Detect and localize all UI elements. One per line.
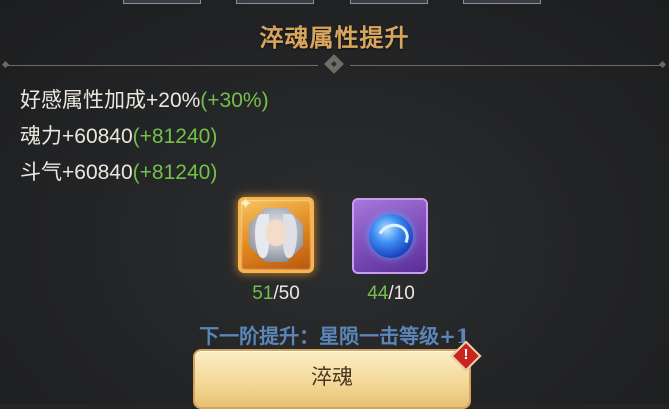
top-slot-4[interactable]: [463, 0, 541, 4]
hero-material-count: 51/50: [231, 283, 321, 305]
attribute-value: +60840: [62, 161, 133, 184]
count-need: /50: [273, 283, 300, 304]
attribute-value: +60840: [62, 125, 133, 148]
panel-title: 淬魂属性提升: [259, 23, 410, 52]
attribute-dou-qi: 斗气+60840(+81240): [20, 156, 217, 186]
top-slot-2[interactable]: [236, 0, 314, 4]
attribute-label: 好感属性加成: [20, 89, 146, 112]
material-orb-card[interactable]: [352, 198, 428, 274]
top-slot-1[interactable]: [123, 0, 201, 4]
attribute-affection: 好感属性加成+20%(+30%): [20, 84, 269, 114]
top-slot-3[interactable]: [350, 0, 428, 4]
attribute-label: 魂力: [20, 125, 62, 148]
sparkle-icon: ✦: [239, 196, 253, 213]
count-have: 44: [367, 283, 389, 304]
attribute-value: +20%: [146, 89, 201, 112]
attribute-soul-power: 魂力+60840(+81240): [20, 120, 217, 150]
count-need: /10: [388, 283, 415, 304]
attribute-bonus: (+81240): [132, 125, 218, 148]
attribute-label: 斗气: [20, 161, 62, 184]
attribute-bonus: (+30%): [200, 89, 269, 112]
temper-soul-button[interactable]: 淬魂: [193, 349, 471, 409]
material-hero-card[interactable]: ✦: [238, 196, 314, 273]
alert-badge-mark: !: [463, 346, 469, 363]
next-tier-text: 下一阶提升：星陨一击等级+1: [199, 324, 470, 348]
count-have: 51: [252, 283, 274, 304]
title-divider: [0, 54, 669, 74]
attribute-bonus: (+81240): [132, 161, 218, 184]
orb-material-count: 44/10: [346, 283, 436, 305]
